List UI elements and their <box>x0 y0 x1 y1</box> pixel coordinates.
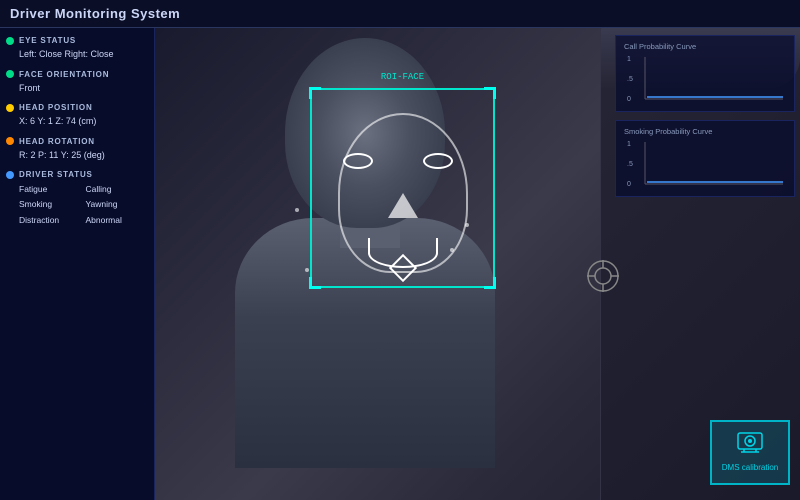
driver-status-header: DRIVER STATUS <box>6 170 148 179</box>
status-yawning: Yawning <box>86 197 149 211</box>
head-position-header: HEAD POSITION <box>6 103 148 112</box>
call-chart-title: Call Probability Curve <box>624 42 786 51</box>
face-orientation-value: Front <box>6 82 148 96</box>
smoking-probability-chart: Smoking Probability Curve 1 .5 0 <box>615 120 795 197</box>
status-distraction: Distraction <box>19 213 82 227</box>
eye-status-section: EYE STATUS Left: Close Right: Close <box>6 36 148 62</box>
head-position-label: HEAD POSITION <box>19 103 93 112</box>
left-panel: EYE STATUS Left: Close Right: Close FACE… <box>0 28 155 500</box>
svg-text:1: 1 <box>627 141 631 148</box>
head-rotation-section: HEAD ROTATION R: 2 P: 11 Y: 25 (deg) <box>6 137 148 163</box>
face-landmarks <box>313 93 493 288</box>
head-position-value: X: 6 Y: 1 Z: 74 (cm) <box>6 115 148 129</box>
eye-status-header: EYE STATUS <box>6 36 148 45</box>
face-orientation-section: FACE ORIENTATION Front <box>6 70 148 96</box>
scatter-dot <box>305 268 309 272</box>
eye-status-label: EYE STATUS <box>19 36 76 45</box>
eye-status-indicator <box>6 37 14 45</box>
smoking-chart-area: 1 .5 0 <box>624 140 786 190</box>
crosshair-icon <box>585 258 621 294</box>
right-eye-landmark <box>423 153 453 169</box>
status-fatigue: Fatigue <box>19 182 82 196</box>
svg-text:1: 1 <box>627 56 631 63</box>
smoking-chart-title: Smoking Probability Curve <box>624 127 786 136</box>
scatter-dot <box>450 248 454 252</box>
scatter-dot <box>465 223 469 227</box>
face-orientation-label: FACE ORIENTATION <box>19 70 109 79</box>
svg-text:0: 0 <box>627 96 631 103</box>
right-overlay: Call Probability Curve 1 .5 0 Smoking P <box>615 35 795 205</box>
head-rotation-indicator <box>6 137 14 145</box>
dms-icon <box>736 431 764 459</box>
head-rotation-header: HEAD ROTATION <box>6 137 148 146</box>
status-calling: Calling <box>86 182 149 196</box>
main-container: Driver Monitoring System ROI-FACE <box>0 0 800 500</box>
svg-text:0: 0 <box>627 181 631 188</box>
face-orientation-indicator <box>6 70 14 78</box>
head-position-section: HEAD POSITION X: 6 Y: 1 Z: 74 (cm) <box>6 103 148 129</box>
svg-text:.5: .5 <box>627 76 633 83</box>
face-box-label: ROI-FACE <box>381 72 424 82</box>
call-chart-area: 1 .5 0 <box>624 55 786 105</box>
head-position-indicator <box>6 104 14 112</box>
eye-status-value: Left: Close Right: Close <box>6 48 148 62</box>
dms-calibration-button[interactable]: DMS calibration <box>710 420 790 485</box>
nose-landmark <box>388 193 418 218</box>
scatter-dot <box>295 208 299 212</box>
head-rotation-value: R: 2 P: 11 Y: 25 (deg) <box>6 149 148 163</box>
driver-status-label: DRIVER STATUS <box>19 170 93 179</box>
title-bar: Driver Monitoring System <box>0 0 800 28</box>
driver-status-grid: Fatigue Calling Smoking Yawning Distract… <box>6 182 148 227</box>
status-abnormal: Abnormal <box>86 213 149 227</box>
dms-label: DMS calibration <box>722 463 778 473</box>
call-probability-chart: Call Probability Curve 1 .5 0 <box>615 35 795 112</box>
app-title: Driver Monitoring System <box>10 6 180 21</box>
face-orientation-header: FACE ORIENTATION <box>6 70 148 79</box>
left-eye-landmark <box>343 153 373 169</box>
head-rotation-label: HEAD ROTATION <box>19 137 95 146</box>
driver-status-section: DRIVER STATUS Fatigue Calling Smoking Ya… <box>6 170 148 227</box>
driver-status-indicator <box>6 171 14 179</box>
status-smoking: Smoking <box>19 197 82 211</box>
svg-text:.5: .5 <box>627 161 633 168</box>
